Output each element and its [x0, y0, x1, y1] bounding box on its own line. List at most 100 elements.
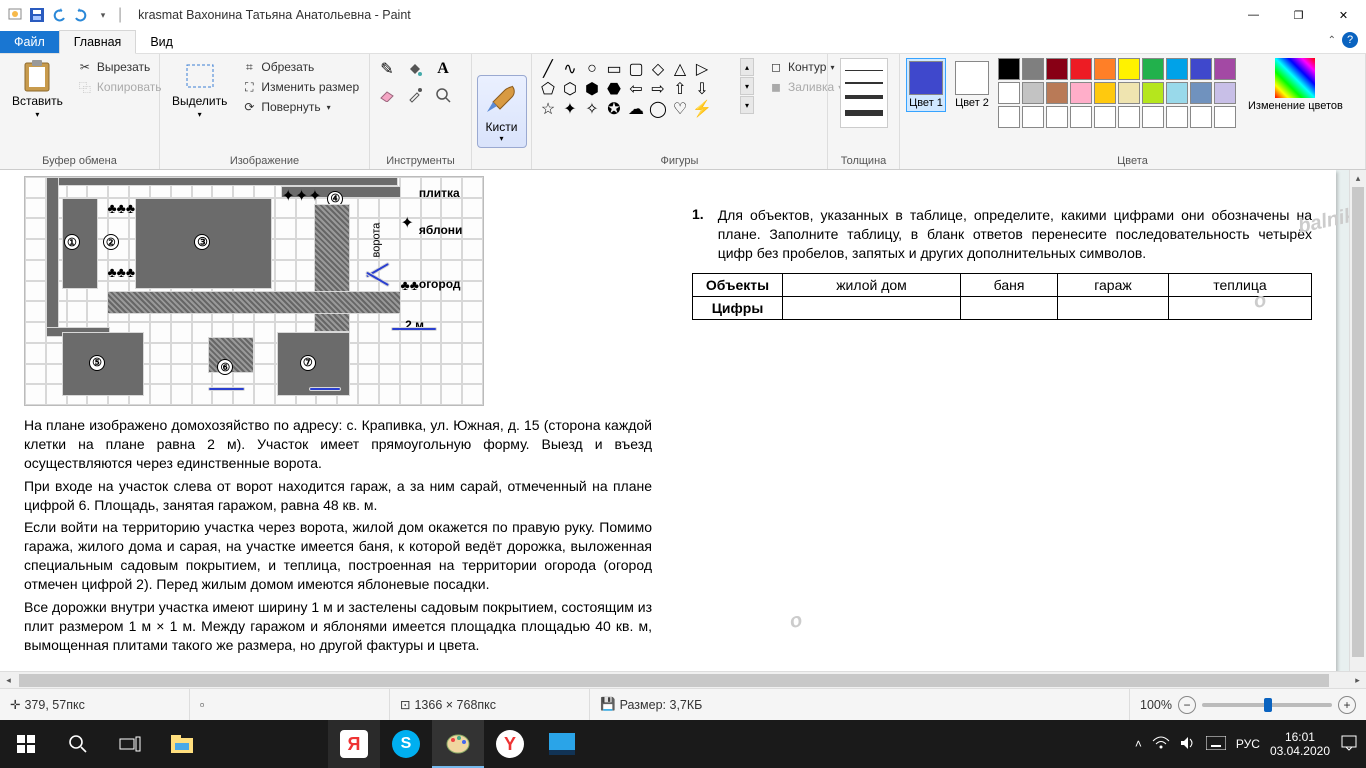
minimize-button[interactable]: —	[1231, 0, 1276, 30]
help-icon[interactable]: ?	[1342, 32, 1358, 48]
collapse-ribbon-icon[interactable]: ⌃	[1328, 35, 1336, 46]
clock[interactable]: 16:01 03.04.2020	[1270, 730, 1330, 759]
palette-swatch[interactable]	[1046, 82, 1068, 104]
palette-swatch[interactable]	[1166, 58, 1188, 80]
palette-swatch[interactable]	[1094, 82, 1116, 104]
canvas-size-icon: ⊡	[400, 697, 410, 712]
notifications-icon[interactable]	[1340, 734, 1358, 755]
palette-empty[interactable]	[1214, 106, 1236, 128]
cut-button[interactable]: ✂Вырезать	[75, 58, 164, 76]
vertical-scrollbar[interactable]: ▴ ▾	[1349, 170, 1366, 682]
crop-button[interactable]: ⌗Обрезать	[239, 58, 361, 76]
resize-button[interactable]: ⛶Изменить размер	[239, 78, 361, 96]
palette-empty[interactable]	[1070, 106, 1092, 128]
shapes-gallery[interactable]: ╱∿○▭▢◇△▷ ⬠⬡⬢⬣⇦⇨⇧⇩ ☆✦✧✪☁◯♡⚡	[538, 58, 734, 118]
tray-up-icon[interactable]: ˄	[1135, 737, 1142, 751]
edit-colors-icon	[1275, 58, 1315, 98]
qat-dropdown-icon[interactable]: ▾	[94, 6, 112, 24]
maximize-button[interactable]: ❐	[1276, 0, 1321, 30]
palette-swatch[interactable]	[1118, 82, 1140, 104]
size-button[interactable]	[840, 58, 888, 128]
scroll-left-icon[interactable]: ◂	[0, 672, 17, 688]
palette-swatch[interactable]	[1022, 58, 1044, 80]
color1-button[interactable]: Цвет 1	[906, 58, 946, 112]
copy-button[interactable]: ⿻Копировать	[75, 78, 164, 96]
palette-swatch[interactable]	[998, 82, 1020, 104]
palette-empty[interactable]	[1094, 106, 1116, 128]
palette-swatch[interactable]	[1046, 58, 1068, 80]
language-indicator[interactable]: РУС	[1236, 737, 1260, 751]
palette-swatch[interactable]	[1214, 58, 1236, 80]
skype-button[interactable]: S	[380, 720, 432, 768]
palette-empty[interactable]	[1118, 106, 1140, 128]
zoom-in-button[interactable]: +	[1338, 696, 1356, 714]
palette-swatch[interactable]	[1166, 82, 1188, 104]
tab-file[interactable]: Файл	[0, 31, 59, 53]
paste-button[interactable]: Вставить ▾	[6, 58, 69, 121]
palette-swatch[interactable]	[1118, 58, 1140, 80]
shapes-up-icon[interactable]: ▴	[740, 58, 754, 76]
palette-swatch[interactable]	[1190, 82, 1212, 104]
pencil-tool[interactable]: ✎	[376, 58, 398, 80]
ribbon: Вставить ▾ ✂Вырезать ⿻Копировать Буфер о…	[0, 54, 1366, 170]
undo-icon[interactable]	[50, 6, 68, 24]
rotate-button[interactable]: ⟳Повернуть▾	[239, 98, 361, 116]
eraser-tool[interactable]	[376, 84, 398, 106]
file-explorer-button[interactable]	[156, 720, 208, 768]
palette-empty[interactable]	[1142, 106, 1164, 128]
scroll-up-icon[interactable]: ▴	[1350, 170, 1366, 187]
palette-empty[interactable]	[998, 106, 1020, 128]
magnifier-tool[interactable]	[432, 84, 454, 106]
scissors-icon: ✂	[77, 59, 93, 75]
palette-swatch[interactable]	[1142, 82, 1164, 104]
palette-empty[interactable]	[1190, 106, 1212, 128]
eyedropper-tool[interactable]	[404, 84, 426, 106]
fill-tool[interactable]	[404, 58, 426, 80]
zoom-slider[interactable]	[1202, 703, 1332, 707]
palette-swatch[interactable]	[1070, 82, 1092, 104]
palette-empty[interactable]	[1166, 106, 1188, 128]
taskview-button[interactable]	[104, 720, 156, 768]
color2-button[interactable]: Цвет 2	[952, 58, 992, 112]
desktop-app-button[interactable]	[536, 720, 588, 768]
brushes-button[interactable]: Кисти ▾	[477, 75, 527, 148]
scroll-right-icon[interactable]: ▸	[1349, 672, 1366, 688]
zoom-out-button[interactable]: −	[1178, 696, 1196, 714]
start-button[interactable]	[0, 720, 52, 768]
paint-taskbar-button[interactable]	[432, 720, 484, 768]
palette-swatch[interactable]	[1142, 58, 1164, 80]
search-button[interactable]	[52, 720, 104, 768]
color-palette[interactable]	[998, 58, 1236, 128]
shapes-more-icon[interactable]: ▾	[740, 96, 754, 114]
palette-swatch[interactable]	[1022, 82, 1044, 104]
zoom-level: 100%	[1140, 698, 1172, 712]
save-icon[interactable]	[28, 6, 46, 24]
tab-home[interactable]: Главная	[59, 30, 137, 54]
edit-colors-button[interactable]: Изменение цветов	[1248, 58, 1343, 112]
palette-swatch[interactable]	[1070, 58, 1092, 80]
palette-swatch[interactable]	[1214, 82, 1236, 104]
select-button[interactable]: Выделить ▾	[166, 58, 233, 121]
paint-app-icon[interactable]	[6, 6, 24, 24]
close-button[interactable]: ✕	[1321, 0, 1366, 30]
canvas[interactable]: document.write(Array(242).fill('<div></d…	[0, 170, 1336, 680]
wifi-icon[interactable]	[1152, 736, 1170, 753]
redo-icon[interactable]	[72, 6, 90, 24]
tab-view[interactable]: Вид	[136, 31, 187, 53]
palette-swatch[interactable]	[998, 58, 1020, 80]
sound-icon[interactable]	[1180, 736, 1196, 753]
scroll-thumb-v[interactable]	[1352, 187, 1364, 657]
yandex-browser-button[interactable]: Y	[484, 720, 536, 768]
horizontal-scrollbar[interactable]: ◂ ▸	[0, 671, 1366, 688]
yandex-button[interactable]: Я	[328, 720, 380, 768]
keyboard-icon[interactable]	[1206, 736, 1226, 753]
answer-table: Объектыжилой домбанягаражтеплица Цифры	[692, 273, 1312, 320]
palette-swatch[interactable]	[1094, 58, 1116, 80]
crosshair-icon: ✛	[10, 697, 20, 712]
text-tool[interactable]: A	[432, 58, 454, 80]
palette-empty[interactable]	[1046, 106, 1068, 128]
palette-empty[interactable]	[1022, 106, 1044, 128]
scroll-thumb-h[interactable]	[19, 674, 1329, 687]
shapes-down-icon[interactable]: ▾	[740, 77, 754, 95]
palette-swatch[interactable]	[1190, 58, 1212, 80]
